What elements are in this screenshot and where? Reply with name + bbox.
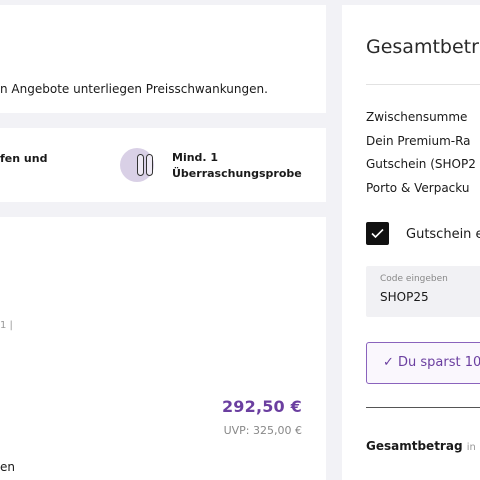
product-bottom-text: en [0, 460, 15, 474]
capsule-shape [137, 154, 144, 176]
surprise-sample-benefit: Mind. 1 Überraschungsprobe [172, 150, 302, 182]
divider [366, 84, 480, 85]
divider [366, 407, 480, 408]
product-price: 292,50 € [221, 397, 302, 416]
coupon-checkbox[interactable] [366, 222, 389, 245]
price-fluctuation-notice: n Angebote unterliegen Preisschwankungen… [0, 82, 268, 96]
benefit-line-1: Mind. 1 [172, 151, 219, 164]
product-uvp: UVP: 325,00 € [223, 424, 302, 437]
summary-line-items: Zwischensumme Dein Premium-Ra Gutschein … [366, 106, 476, 200]
voucher-code-value[interactable]: SHOP25 [380, 290, 429, 304]
product-card: 1 | 292,50 € UVP: 325,00 € en [0, 217, 326, 480]
summary-line-premium-discount: Dein Premium-Ra [366, 133, 471, 148]
summary-line-voucher: Gutschein (SHOP2 [366, 157, 476, 171]
total-label-suffix: in [466, 442, 476, 453]
coupon-checkbox-label[interactable]: Gutschein e [406, 227, 480, 242]
summary-line-subtotal: Zwischensumme [366, 110, 468, 124]
summary-line-shipping: Porto & Verpacku [366, 180, 470, 195]
order-summary-card: Gesamtbetr Zwischensumme Dein Premium-Ra… [342, 5, 480, 480]
benefit-line-2: Überraschungsprobe [172, 167, 302, 180]
summary-title: Gesamtbetr [366, 36, 479, 58]
voucher-code-placeholder: Code eingeben [380, 274, 448, 284]
savings-text: ✓ Du sparst 10 [383, 355, 480, 370]
total-label-text: Gesamtbetrag [366, 439, 463, 453]
voucher-code-input[interactable]: Code eingeben SHOP25 [366, 266, 480, 317]
benefits-card: fen und Mind. 1 Überraschungsprobe [0, 128, 326, 202]
capsule-shape [146, 154, 153, 176]
price-notice-card: n Angebote unterliegen Preisschwankungen… [0, 5, 326, 113]
check-icon [371, 228, 384, 239]
capsules-icon [120, 148, 154, 182]
total-label: Gesamtbetrag in [366, 439, 476, 453]
benefit-left-text: fen und [0, 152, 48, 165]
product-meta: 1 | [0, 320, 13, 331]
savings-badge: ✓ Du sparst 10 [366, 342, 480, 384]
